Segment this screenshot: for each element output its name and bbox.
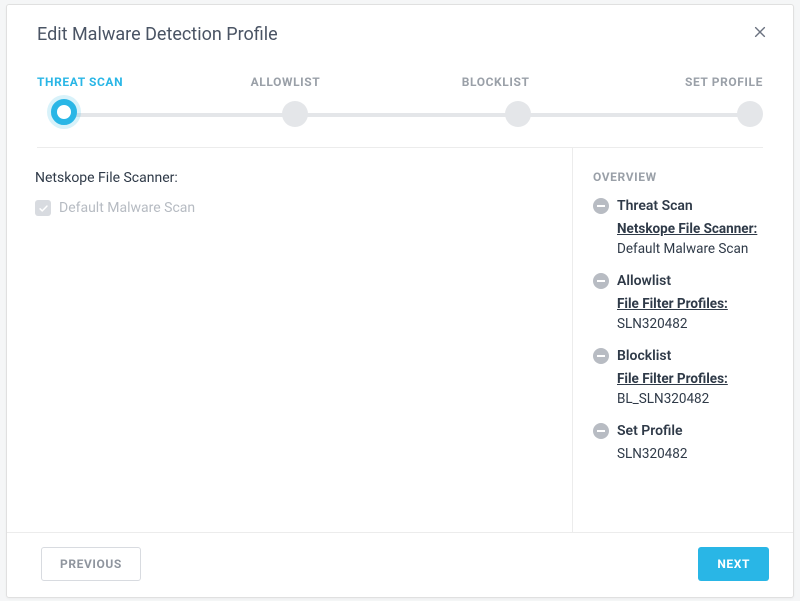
overview-head-blocklist[interactable]: Blocklist bbox=[593, 348, 779, 364]
modal-body: Netskope File Scanner: Default Malware S… bbox=[7, 148, 793, 532]
wizard-stepper: THREAT SCAN ALLOWLIST BLOCKLIST SET PROF… bbox=[7, 57, 793, 148]
step-label-set-profile[interactable]: SET PROFILE bbox=[685, 75, 763, 89]
overview-sub-value: SLN320482 bbox=[617, 316, 687, 332]
overview-item-set-profile: Set Profile SLN320482 bbox=[593, 423, 779, 465]
overview-item-title: Set Profile bbox=[617, 423, 683, 439]
step-node-set-profile[interactable] bbox=[737, 101, 763, 127]
step-node-blocklist[interactable] bbox=[505, 101, 531, 127]
overview-item-allowlist: Allowlist File Filter Profiles: SLN32048… bbox=[593, 273, 779, 334]
overview-sub-set-profile: SLN320482 bbox=[617, 445, 779, 465]
modal-title: Edit Malware Detection Profile bbox=[37, 24, 278, 45]
step-track bbox=[37, 101, 763, 129]
overview-head-set-profile[interactable]: Set Profile bbox=[593, 423, 779, 439]
overview-sub-label: File Filter Profiles: bbox=[617, 295, 779, 315]
overview-panel: OVERVIEW Threat Scan Netskope File Scann… bbox=[573, 148, 793, 532]
next-button[interactable]: NEXT bbox=[698, 547, 769, 581]
step-label-blocklist[interactable]: BLOCKLIST bbox=[462, 75, 530, 89]
threat-scan-panel: Netskope File Scanner: Default Malware S… bbox=[7, 148, 573, 532]
step-node-threat-scan[interactable] bbox=[51, 99, 77, 125]
modal-footer: PREVIOUS NEXT bbox=[7, 532, 793, 597]
overview-title: OVERVIEW bbox=[593, 170, 779, 184]
overview-sub-label: Netskope File Scanner: bbox=[617, 220, 779, 240]
overview-sub-value: SLN320482 bbox=[617, 446, 687, 462]
step-label-threat-scan[interactable]: THREAT SCAN bbox=[37, 75, 123, 89]
overview-sub-value: Default Malware Scan bbox=[617, 241, 748, 257]
overview-sub-value: BL_SLN320482 bbox=[617, 391, 709, 407]
modal-header: Edit Malware Detection Profile bbox=[7, 5, 793, 57]
step-labels: THREAT SCAN ALLOWLIST BLOCKLIST SET PROF… bbox=[37, 75, 763, 89]
default-malware-scan-label: Default Malware Scan bbox=[59, 200, 195, 216]
overview-item-blocklist: Blocklist File Filter Profiles: BL_SLN32… bbox=[593, 348, 779, 409]
edit-malware-profile-modal: Edit Malware Detection Profile THREAT SC… bbox=[6, 4, 794, 598]
collapse-icon bbox=[593, 423, 609, 439]
collapse-icon bbox=[593, 198, 609, 214]
step-node-allowlist[interactable] bbox=[282, 101, 308, 127]
overview-item-title: Allowlist bbox=[617, 273, 671, 289]
overview-head-allowlist[interactable]: Allowlist bbox=[593, 273, 779, 289]
overview-item-threat-scan: Threat Scan Netskope File Scanner: Defau… bbox=[593, 198, 779, 259]
overview-item-title: Threat Scan bbox=[617, 198, 693, 214]
default-malware-scan-row: Default Malware Scan bbox=[35, 200, 544, 216]
collapse-icon bbox=[593, 273, 609, 289]
collapse-icon bbox=[593, 348, 609, 364]
step-track-line bbox=[51, 113, 749, 117]
overview-sub-label: File Filter Profiles: bbox=[617, 370, 779, 390]
previous-button[interactable]: PREVIOUS bbox=[41, 547, 141, 581]
overview-item-title: Blocklist bbox=[617, 348, 671, 364]
step-label-allowlist[interactable]: ALLOWLIST bbox=[251, 75, 321, 89]
close-icon[interactable] bbox=[749, 21, 771, 47]
overview-head-threat-scan[interactable]: Threat Scan bbox=[593, 198, 779, 214]
scanner-section-title: Netskope File Scanner: bbox=[35, 170, 544, 186]
overview-sub-threat-scan: Netskope File Scanner: Default Malware S… bbox=[617, 220, 779, 259]
overview-sub-allowlist: File Filter Profiles: SLN320482 bbox=[617, 295, 779, 334]
overview-sub-blocklist: File Filter Profiles: BL_SLN320482 bbox=[617, 370, 779, 409]
default-malware-scan-checkbox[interactable] bbox=[35, 200, 51, 216]
